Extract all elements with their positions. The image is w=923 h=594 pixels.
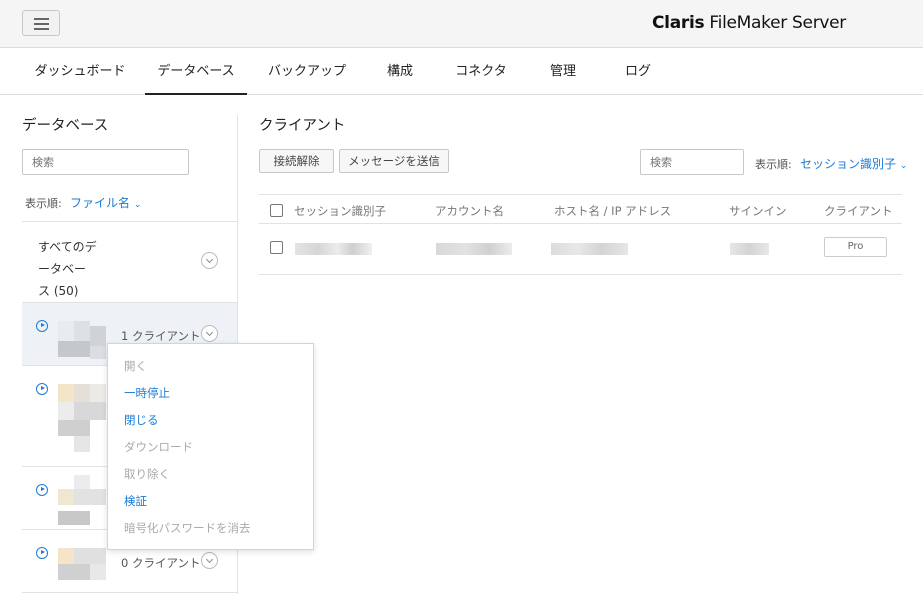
chevron-down-icon[interactable]: [201, 325, 218, 342]
menu-item-pause[interactable]: 一時停止: [124, 385, 170, 401]
client-sort-dropdown[interactable]: セッション識別子 ⌄: [800, 155, 907, 172]
play-circle-icon[interactable]: [36, 484, 48, 496]
tab-databases[interactable]: データベース: [145, 48, 247, 95]
client-count: 1 クライアント: [121, 329, 201, 343]
main-nav: ダッシュボード データベース バックアップ 構成 コネクタ 管理 ログ: [0, 48, 923, 95]
select-all-checkbox[interactable]: [270, 204, 283, 217]
blurred-account-name: [436, 243, 512, 255]
menu-item-verify[interactable]: 検証: [124, 493, 147, 509]
tab-dashboard[interactable]: ダッシュボード: [22, 48, 138, 95]
menu-item-clear-encryption-password[interactable]: 暗号化パスワードを消去: [124, 520, 251, 536]
blurred-sign-in: [730, 243, 769, 255]
client-search-input[interactable]: [640, 149, 744, 175]
menu-icon: [34, 18, 49, 20]
column-header-account-name[interactable]: アカウント名: [435, 203, 504, 219]
all-databases-row[interactable]: すべてのデ ータベー ス (50): [22, 222, 238, 303]
disconnect-button[interactable]: 接続解除: [259, 149, 334, 173]
menu-item-open[interactable]: 開く: [124, 358, 147, 374]
blurred-database-name: [58, 384, 106, 454]
blurred-database-name: [58, 475, 106, 525]
column-header-client[interactable]: クライアント: [824, 203, 893, 219]
column-header-sign-in[interactable]: サインイン: [729, 203, 787, 219]
database-actions-menu: 開く 一時停止 閉じる ダウンロード 取り除く 検証 暗号化パスワードを消去: [107, 343, 314, 550]
table-row-border: [259, 274, 902, 275]
blurred-database-name: [58, 548, 106, 580]
menu-icon-line: [34, 28, 49, 30]
send-message-button[interactable]: メッセージを送信: [339, 149, 449, 173]
column-header-session-id[interactable]: セッション識別子: [294, 203, 386, 219]
tab-backup[interactable]: バックアップ: [262, 48, 352, 95]
play-circle-icon[interactable]: [36, 383, 48, 395]
play-circle-icon[interactable]: [36, 320, 48, 332]
chevron-down-icon[interactable]: [201, 552, 218, 569]
chevron-down-icon: ⌄: [899, 161, 908, 171]
blurred-host-ip: [551, 243, 628, 255]
menu-item-remove[interactable]: 取り除く: [124, 466, 170, 482]
tab-configuration[interactable]: 構成: [378, 48, 422, 95]
top-bar: Claris FileMaker Server: [0, 0, 923, 48]
chevron-down-icon: ⌄: [133, 200, 142, 210]
table-header-bottom-border: [259, 223, 902, 224]
menu-icon-line: [34, 23, 49, 25]
client-type-badge: Pro: [824, 237, 887, 257]
client-count: 0 クライアント: [121, 556, 201, 570]
menu-item-download[interactable]: ダウンロード: [124, 439, 193, 455]
tab-logs[interactable]: ログ: [616, 48, 660, 95]
play-circle-icon[interactable]: [36, 547, 48, 559]
blurred-session-id: [295, 243, 372, 255]
database-sort-dropdown[interactable]: ファイル名 ⌄: [70, 194, 141, 211]
clients-title: クライアント: [259, 118, 346, 134]
column-header-host-ip[interactable]: ホスト名 / IP アドレス: [554, 203, 671, 219]
brand-logo: Claris FileMaker Server: [652, 13, 846, 33]
blurred-database-name: [58, 321, 106, 359]
menu-item-close[interactable]: 閉じる: [124, 412, 159, 428]
database-sort-label: 表示順:: [25, 197, 62, 210]
row-checkbox[interactable]: [270, 241, 283, 254]
database-search-input[interactable]: [22, 149, 189, 175]
client-sort-label: 表示順:: [755, 158, 792, 171]
all-databases-label: すべてのデ ータベー ス (50): [38, 240, 97, 298]
menu-button[interactable]: [22, 10, 60, 36]
table-header-top-border: [259, 194, 902, 195]
tab-administration[interactable]: 管理: [540, 48, 586, 95]
tab-connectors[interactable]: コネクタ: [446, 48, 516, 95]
databases-title: データベース: [22, 118, 109, 134]
chevron-down-icon[interactable]: [201, 252, 218, 269]
